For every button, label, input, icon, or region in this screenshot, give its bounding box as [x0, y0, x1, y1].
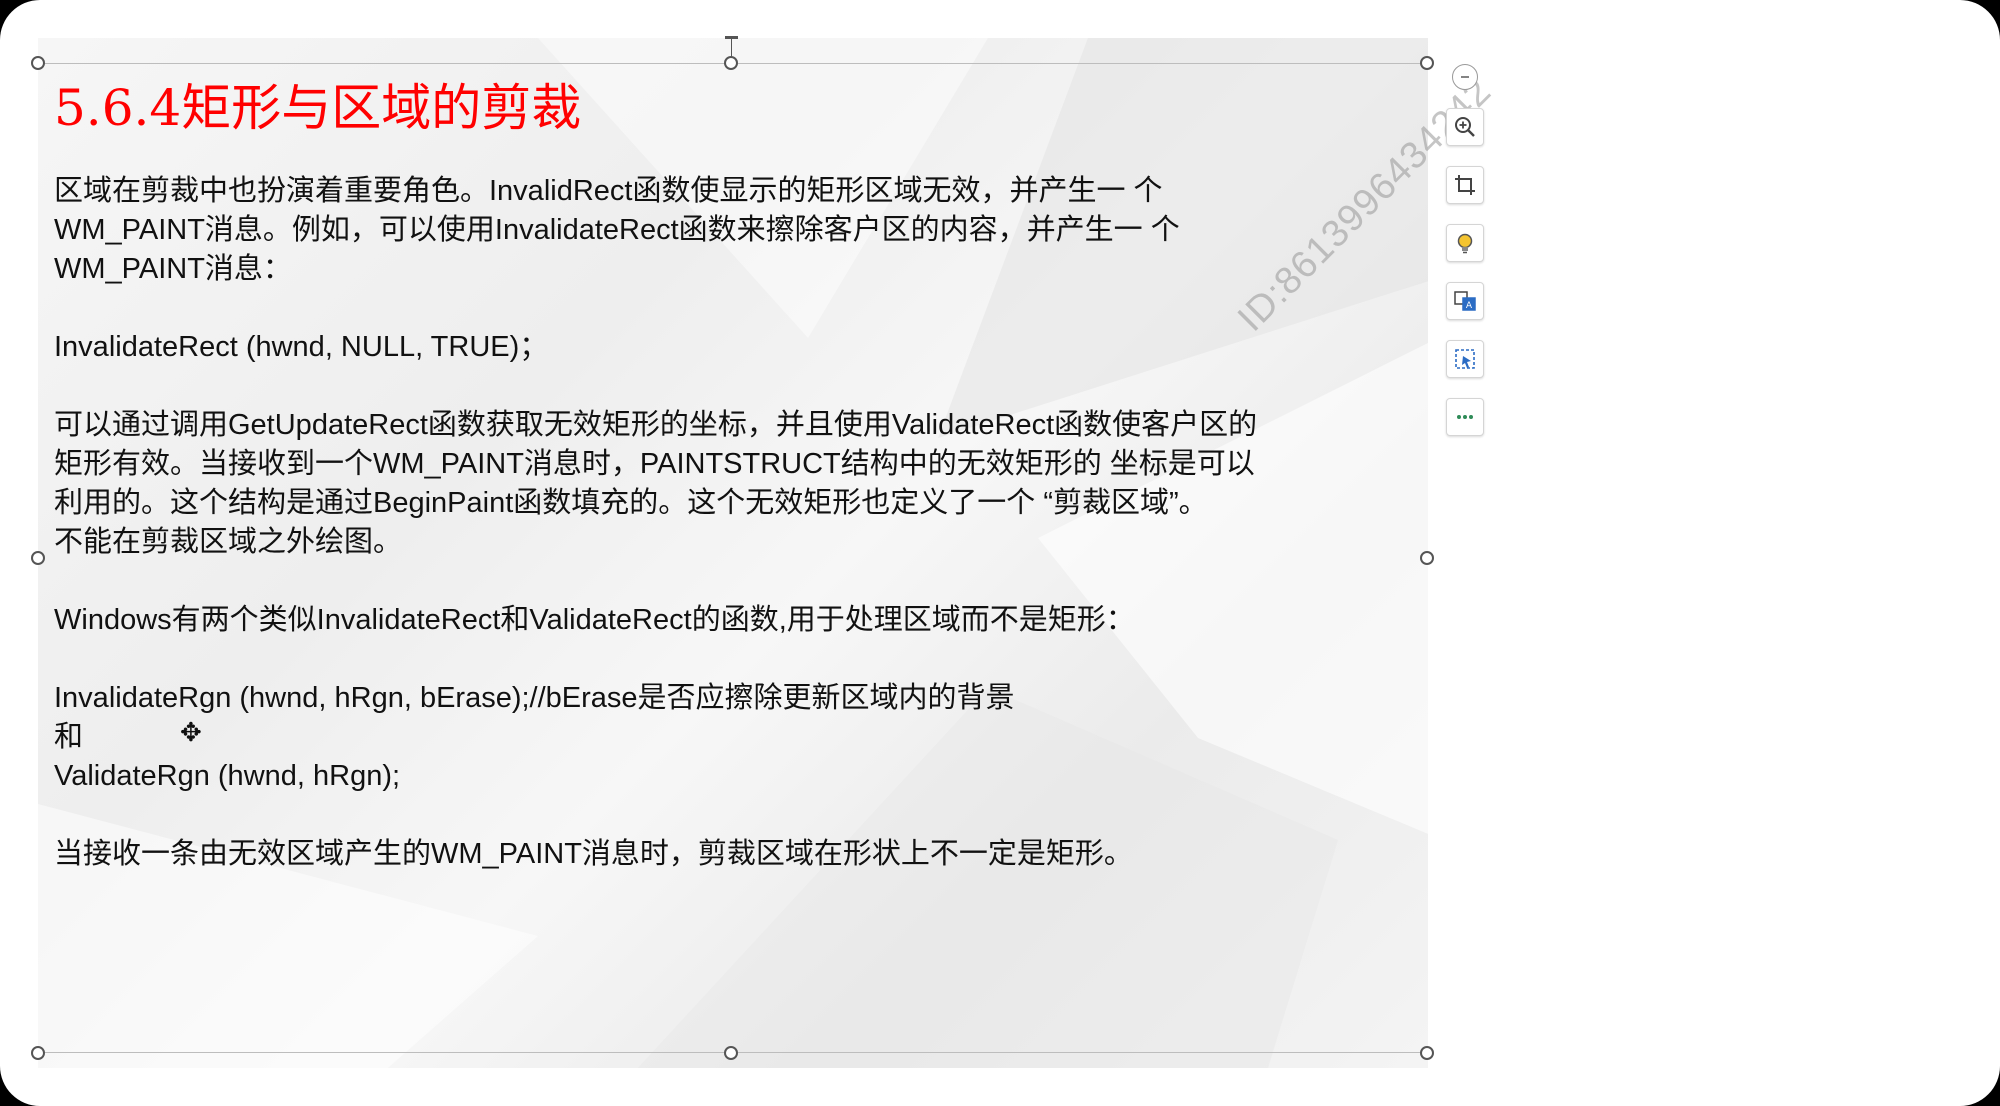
text-line: 可以通过调用GetUpdateRect函数获取无效矩形的坐标，并且使用Valid…: [54, 409, 1258, 441]
text-line: 区域在剪裁中也扮演着重要角色。InvalidRect函数使显示的矩形区域无效，并…: [54, 175, 1163, 207]
resize-handle-top[interactable]: [724, 56, 738, 70]
resize-handle-bottom-left[interactable]: [31, 1046, 45, 1060]
viewer-window: 5.6.4矩形与区域的剪裁 区域在剪裁中也扮演着重要角色。InvalidRect…: [0, 0, 2000, 1106]
resize-handle-right[interactable]: [1420, 551, 1434, 565]
code-line: ValidateRgn (hwnd, hRgn);: [54, 760, 401, 792]
paragraph-getupdaterect: 可以通过调用GetUpdateRect函数获取无效矩形的坐标，并且使用Valid…: [54, 406, 1414, 562]
paragraph-code-rgn: InvalidateRgn (hwnd, hRgn, bErase);//bEr…: [54, 679, 1414, 796]
resize-handle-top-left[interactable]: [31, 56, 45, 70]
text-line: 矩形有效。当接收到一个WM_PAINT消息时，PAINTSTRUCT结构中的无效…: [54, 448, 1255, 480]
text-line: WM_PAINT消息。例如，可以使用InvalidateRect函数来擦除客户区…: [54, 214, 1180, 246]
ideas-button[interactable]: [1446, 224, 1484, 262]
paragraph-windows-functions: Windows有两个类似InvalidateRect和ValidateRect的…: [54, 601, 1414, 640]
crop-button[interactable]: [1446, 166, 1484, 204]
more-icon: [1457, 415, 1473, 419]
move-cursor-icon: ✥: [180, 718, 202, 748]
text-line: 当接收一条由无效区域产生的WM_PAINT消息时，剪裁区域在形状上不一定是矩形。: [54, 838, 1133, 870]
minus-circle-icon: [1461, 76, 1469, 78]
paragraph-code-invalidaterect: InvalidateRect (hwnd, NULL, TRUE)；: [54, 328, 1414, 367]
select-icon: [1455, 349, 1475, 369]
rotate-handle-line: [731, 38, 732, 58]
zoom-in-icon: [1455, 117, 1475, 137]
select-button[interactable]: [1446, 340, 1484, 378]
crop-icon: [1455, 175, 1475, 195]
resize-handle-bottom-right[interactable]: [1420, 1046, 1434, 1060]
floating-toolbar: A: [1446, 64, 1490, 456]
text-line: WM_PAINT消息：: [54, 253, 292, 285]
paragraph-intro: 区域在剪裁中也扮演着重要角色。InvalidRect函数使显示的矩形区域无效，并…: [54, 172, 1414, 289]
slide-title: 5.6.4矩形与区域的剪裁: [54, 79, 582, 137]
svg-text:A: A: [1466, 301, 1473, 311]
translate-button[interactable]: A: [1446, 282, 1484, 320]
text-line: 利用的。这个结构是通过BeginPaint函数填充的。这个无效矩形也定义了一个 …: [54, 487, 1208, 519]
resize-handle-left[interactable]: [31, 551, 45, 565]
zoom-button[interactable]: [1446, 108, 1484, 146]
resize-handle-top-right[interactable]: [1420, 56, 1434, 70]
paragraph-conclusion: 当接收一条由无效区域产生的WM_PAINT消息时，剪裁区域在形状上不一定是矩形。: [54, 835, 1414, 874]
text-line: Windows有两个类似InvalidateRect和ValidateRect的…: [54, 604, 1135, 636]
resize-handle-bottom[interactable]: [724, 1046, 738, 1060]
slide-body: 区域在剪裁中也扮演着重要角色。InvalidRect函数使显示的矩形区域无效，并…: [54, 172, 1414, 874]
code-line: InvalidateRect (hwnd, NULL, TRUE)；: [54, 331, 549, 363]
code-line: InvalidateRgn (hwnd, hRgn, bErase);//bEr…: [54, 682, 1015, 714]
collapse-toolbar-button[interactable]: [1452, 64, 1478, 90]
lightbulb-icon: [1457, 233, 1473, 254]
translate-icon: A: [1454, 291, 1476, 311]
text-line: 不能在剪裁区域之外绘图。: [54, 526, 403, 558]
more-button[interactable]: [1446, 398, 1484, 436]
text-line: 和: [54, 721, 84, 753]
